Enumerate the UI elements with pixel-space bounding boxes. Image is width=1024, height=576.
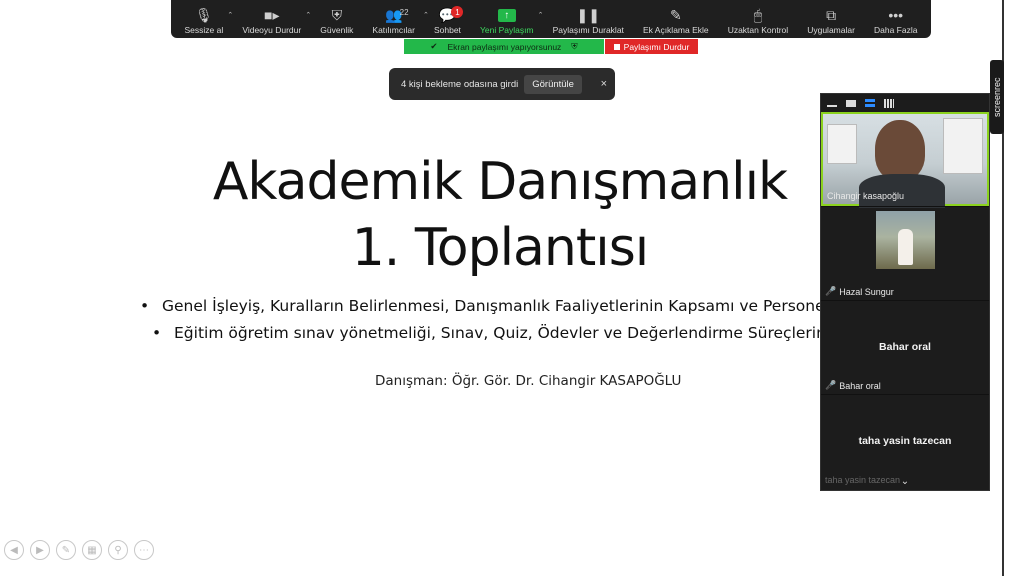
- participant-tile[interactable]: taha yasin tazecan taha yasin tazecan: [821, 394, 989, 488]
- gallery-view-icon[interactable]: [884, 98, 894, 108]
- pin-icon: ✔: [430, 41, 438, 51]
- strip-view-icon[interactable]: [865, 99, 875, 107]
- shield-icon: ⛨: [331, 6, 343, 23]
- shield-check-icon: ⛨: [571, 41, 578, 51]
- more-options-icon[interactable]: ⋯: [134, 540, 154, 560]
- participant-tile[interactable]: Bahar oral 🎤 Bahar oral: [821, 300, 989, 394]
- pen-tool-icon[interactable]: ✎: [56, 540, 76, 560]
- next-slide-icon[interactable]: ▶: [30, 540, 50, 560]
- pause-share-button[interactable]: ❚❚ Paylaşımı Duraklat: [553, 5, 624, 36]
- screen-share-status-bar: ✔ Ekran paylaşımı yapıyorsunuz ⛨: [404, 39, 604, 54]
- remote-control-button[interactable]: 🖱 Uzaktan Kontrol: [728, 5, 788, 36]
- microphone-muted-icon: 🎤: [825, 380, 837, 390]
- chevron-up-icon[interactable]: ⌃: [423, 11, 429, 19]
- participant-name: 🎤 Bahar oral: [825, 380, 881, 391]
- stop-share-button[interactable]: Paylaşımı Durdur: [605, 39, 698, 54]
- participant-count: 22: [399, 8, 409, 17]
- participant-tile[interactable]: 🎤 Hazal Sungur: [821, 206, 989, 300]
- participant-name: 🎤 Hazal Sungur: [825, 286, 894, 297]
- more-icon: •••: [888, 7, 904, 23]
- participants-button[interactable]: 👥 22 ⌃ Katılımcılar: [372, 5, 429, 36]
- screenrec-tab[interactable]: screenrec: [990, 60, 1004, 134]
- chevron-up-icon[interactable]: ⌃: [538, 11, 544, 19]
- chat-unread-badge: 1: [451, 6, 464, 18]
- apps-icon: ⧉: [826, 6, 837, 23]
- slide-title-line1: Akademik Danışmanlık: [212, 152, 788, 212]
- participant-display-name: Bahar oral: [879, 341, 931, 353]
- participants-video-panel: Cihangir kasapoğlu 🎤 Hazal Sungur Bahar …: [820, 93, 990, 491]
- share-screen-icon: ↑: [497, 8, 516, 22]
- participant-name: Cihangir kasapoğlu: [827, 191, 905, 201]
- apps-button[interactable]: ⧉ Uygulamalar: [807, 5, 855, 36]
- microphone-icon: 🎙: [195, 6, 213, 23]
- annotate-button[interactable]: ✎ Ek Açıklama Ekle: [643, 5, 709, 36]
- panel-view-controls: [821, 94, 989, 112]
- more-button[interactable]: ••• Daha Fazla: [874, 5, 917, 35]
- waiting-room-notification: 4 kişi bekleme odasına girdi Görüntüle ×: [389, 68, 615, 100]
- chevron-up-icon[interactable]: ⌃: [305, 11, 311, 19]
- bullet-dot-icon: •: [152, 324, 162, 342]
- view-button[interactable]: Görüntüle: [524, 74, 582, 94]
- bullet-text: Eğitim öğretim sınav yönetmeliği, Sınav,…: [174, 324, 841, 342]
- slide-title-line2: 1. Toplantısı: [351, 218, 650, 278]
- notification-text: 4 kişi bekleme odasına girdi: [401, 78, 519, 90]
- slide-advisor: Danışman: Öğr. Gör. Dr. Cihangir KASAPOĞ…: [375, 373, 682, 389]
- chat-button[interactable]: 💬 1 Sohbet: [434, 5, 464, 35]
- stop-icon: [613, 43, 620, 50]
- mouse-icon: 🖱: [753, 6, 763, 23]
- zoom-magnifier-icon[interactable]: ⚲: [108, 540, 128, 560]
- slide-nav-controls: ◀ ▶ ✎ ▦ ⚲ ⋯: [4, 540, 154, 560]
- chevron-down-icon[interactable]: ⌄: [821, 476, 989, 487]
- stop-video-button[interactable]: ■▸ ⌃ Videoyu Durdur: [242, 5, 311, 36]
- bullet-dot-icon: •: [140, 297, 150, 315]
- new-share-button[interactable]: ↑ ⌃ Yeni Paylaşım: [480, 5, 544, 35]
- video-camera-icon: ■▸: [264, 6, 280, 23]
- previous-slide-icon[interactable]: ◀: [4, 540, 24, 560]
- security-button[interactable]: ⛨ Güvenlik: [320, 5, 353, 36]
- close-icon[interactable]: ×: [601, 78, 607, 90]
- participant-tile[interactable]: Cihangir kasapoğlu: [821, 112, 989, 208]
- pause-icon: ❚❚: [576, 6, 600, 23]
- chevron-up-icon[interactable]: ⌃: [227, 11, 233, 19]
- single-view-icon[interactable]: [846, 99, 856, 107]
- microphone-muted-icon: 🎤: [825, 286, 837, 296]
- meeting-toolbar: 🎙 ⌃ Sessize al ■▸ ⌃ Videoyu Durdur ⛨ Güv…: [171, 0, 931, 38]
- participant-avatar: [876, 211, 935, 269]
- slide-bullet: • Genel İşleyiş, Kuralların Belirlenmesi,…: [140, 297, 829, 315]
- minimize-icon[interactable]: [827, 99, 837, 107]
- pen-icon: ✎: [669, 6, 682, 23]
- mute-button[interactable]: 🎙 ⌃ Sessize al: [185, 5, 234, 36]
- slides-grid-icon[interactable]: ▦: [82, 540, 102, 560]
- slide-bullet: • Eğitim öğretim sınav yönetmeliği, Sınav…: [152, 324, 840, 342]
- bullet-text: Genel İşleyiş, Kuralların Belirlenmesi, …: [162, 297, 829, 315]
- participant-display-name: taha yasin tazecan: [858, 435, 952, 447]
